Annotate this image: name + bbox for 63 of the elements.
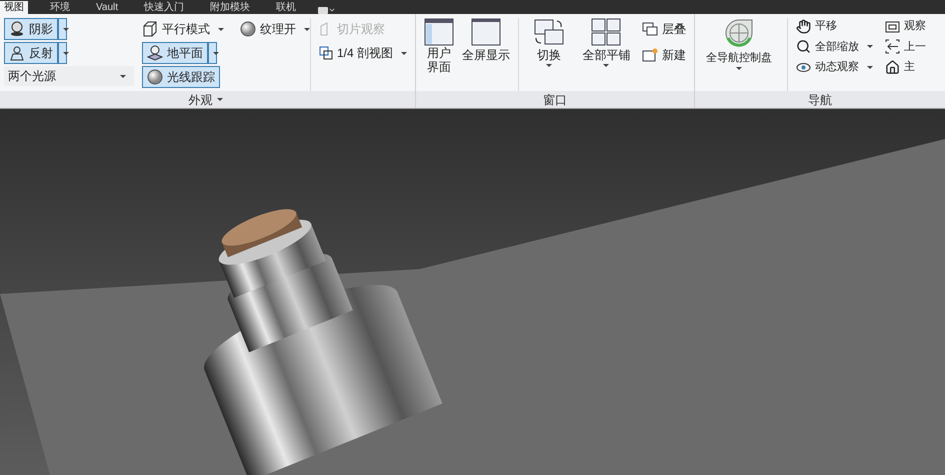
- zoom-all-button[interactable]: 全部缩放: [796, 38, 877, 55]
- caret-icon: [603, 64, 610, 67]
- ribbon-tab[interactable]: 快速入门: [140, 1, 188, 14]
- fullscreen-button[interactable]: 全屏显示: [462, 18, 510, 91]
- quarter-section-button[interactable]: 1/4 剖视图: [319, 44, 412, 62]
- ribbon-tab[interactable]: 附加模块: [206, 1, 254, 14]
- section-icon: [319, 46, 333, 60]
- caret-icon: [63, 52, 69, 54]
- caret-icon: [63, 28, 69, 30]
- ground-plane-icon: [147, 45, 163, 61]
- lighting-dropdown[interactable]: 两个光源: [4, 66, 134, 86]
- sphere-icon: [147, 69, 163, 85]
- spheres-icon: [9, 21, 25, 37]
- tile-all-button[interactable]: 全部平铺: [578, 18, 634, 91]
- back-arrow-icon: [885, 39, 900, 54]
- caret-icon: [546, 64, 552, 67]
- caret-icon: [120, 74, 126, 78]
- caret-icon: [216, 98, 222, 101]
- navigation-wheel-button[interactable]: 全导航控制盘: [699, 18, 779, 91]
- ribbon-tab[interactable]: 视图: [0, 1, 28, 14]
- texture-button[interactable]: 纹理开: [240, 20, 314, 38]
- quick-access-icon[interactable]: [318, 6, 336, 14]
- grid-icon: [591, 18, 622, 46]
- pan-button[interactable]: 平移: [796, 18, 877, 34]
- caret-icon: [867, 66, 873, 69]
- orbit-button[interactable]: 动态观察: [796, 59, 877, 76]
- stacked-windows-icon: [642, 22, 658, 36]
- look-at-button[interactable]: 观察: [885, 18, 926, 34]
- reflection-button[interactable]: 反射: [4, 42, 58, 64]
- caret-icon: [213, 52, 219, 54]
- panel-title-bar[interactable]: 外观: [0, 91, 415, 108]
- shadow-button[interactable]: 阴影: [4, 18, 58, 40]
- ray-tracing-button[interactable]: 光线跟踪: [142, 66, 220, 88]
- panel-title: 窗口: [543, 92, 567, 108]
- panel-title: 外观: [188, 92, 212, 108]
- user-interface-button[interactable]: 用户界面: [424, 18, 454, 91]
- caret-icon: [867, 45, 873, 48]
- house-icon: [885, 60, 900, 75]
- previous-view-button[interactable]: 上一: [885, 38, 926, 55]
- caret-icon: [218, 28, 224, 30]
- ribbon-tab[interactable]: 环境: [46, 1, 74, 14]
- ribbon-tab[interactable]: Vault: [92, 1, 122, 14]
- zoom-icon: [796, 39, 811, 54]
- window-icon: [424, 18, 454, 46]
- sphere-icon: [240, 21, 256, 37]
- caret-icon: [736, 66, 742, 70]
- projection-button[interactable]: 平行模式: [142, 20, 228, 38]
- switch-windows-icon: [532, 18, 565, 46]
- cube-icon: [142, 21, 158, 37]
- monitor-icon: [885, 18, 900, 34]
- home-view-button[interactable]: 主: [885, 59, 926, 76]
- cascade-button[interactable]: 层叠: [642, 20, 686, 38]
- new-window-icon: [642, 48, 658, 62]
- panel-title: 导航: [808, 92, 832, 108]
- hand-icon: [796, 18, 811, 34]
- new-window-button[interactable]: 新建: [642, 46, 686, 64]
- figure-icon: [9, 45, 25, 61]
- steering-wheel-icon: [724, 18, 754, 48]
- ground-plane-button[interactable]: 地平面: [142, 42, 208, 64]
- switch-button[interactable]: 切换: [526, 18, 571, 91]
- caret-icon: [401, 52, 408, 54]
- window-icon: [471, 18, 501, 46]
- ribbon-tab[interactable]: 联机: [272, 1, 300, 14]
